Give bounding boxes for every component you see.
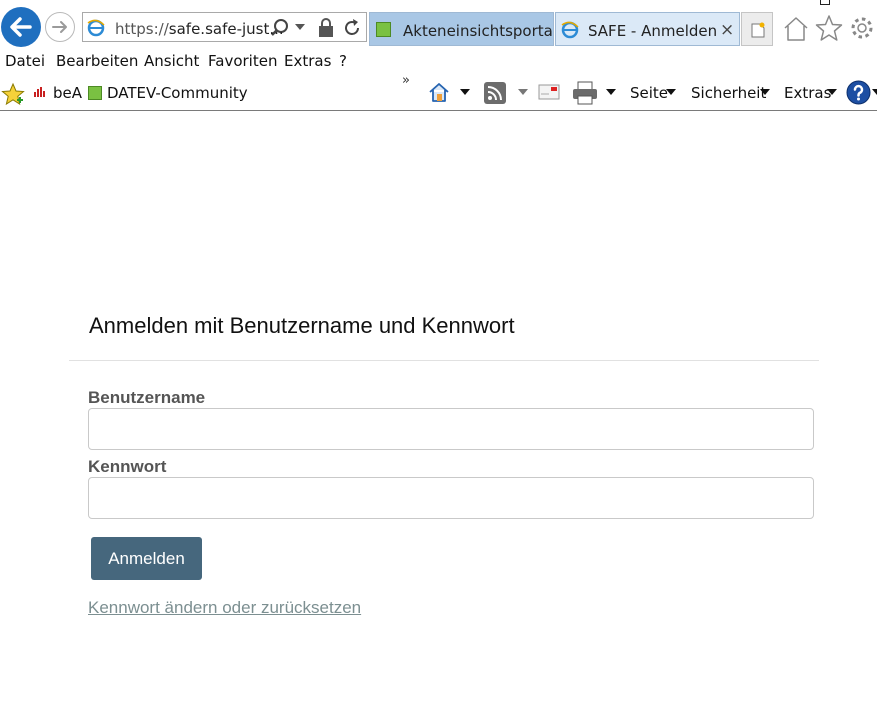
favorites-bar: beA DATEV-Community » Seite Sicherheit E… — [0, 73, 877, 106]
ie-favicon-icon — [561, 21, 579, 39]
datev-favicon-icon — [376, 22, 391, 37]
new-tab-button[interactable] — [741, 12, 773, 46]
url-text[interactable]: https://safe.safe-just... — [115, 20, 284, 38]
tab-label: Akteneinsichtsportal ... — [403, 22, 554, 40]
menu-favoriten[interactable]: Favoriten — [208, 52, 277, 70]
home-dropdown-icon[interactable] — [460, 89, 470, 96]
back-button[interactable] — [1, 7, 41, 47]
close-tab-icon[interactable]: × — [720, 20, 734, 40]
new-tab-icon — [751, 22, 765, 38]
back-arrow-icon — [10, 17, 32, 37]
home-page-icon[interactable] — [428, 81, 450, 103]
forward-button[interactable] — [45, 12, 75, 42]
rss-dropdown-icon[interactable] — [518, 89, 528, 96]
login-button[interactable]: Anmelden — [91, 537, 202, 580]
menu-extras[interactable]: Extras — [284, 52, 331, 70]
tab-label: SAFE - Anmelden — [588, 22, 718, 40]
password-field[interactable] — [88, 477, 814, 519]
print-icon[interactable] — [572, 81, 598, 105]
help-dropdown-icon[interactable] — [872, 89, 877, 96]
menu-help[interactable]: ? — [339, 52, 347, 70]
menu-bar: Datei Bearbeiten Ansicht Favoriten Extra… — [0, 50, 877, 72]
tools-dropdown-icon[interactable] — [827, 89, 837, 96]
datev-favicon-icon — [88, 86, 102, 100]
page-title: Anmelden mit Benutzername und Kennwort — [89, 313, 515, 338]
password-label: Kennwort — [88, 457, 167, 476]
window-edge — [820, 0, 830, 5]
print-dropdown-icon[interactable] — [606, 89, 616, 96]
menu-bearbeiten[interactable]: Bearbeiten — [56, 52, 138, 70]
lock-icon[interactable] — [317, 18, 335, 38]
page-menu[interactable]: Seite — [630, 84, 668, 102]
browser-chrome: https://safe.safe-just... Akteneinsichts… — [0, 0, 877, 111]
ie-page-icon — [87, 19, 105, 37]
tools-menu[interactable]: Extras — [784, 84, 831, 102]
tab-safe-anmelden[interactable]: SAFE - Anmelden × — [555, 12, 740, 46]
reset-password-link[interactable]: Kennwort ändern oder zurücksetzen — [88, 598, 361, 618]
menu-datei[interactable]: Datei — [5, 52, 45, 70]
security-dropdown-icon[interactable] — [760, 89, 770, 96]
favorites-star-icon[interactable] — [815, 14, 843, 42]
overflow-chevron-icon[interactable]: » — [402, 73, 410, 88]
help-icon[interactable] — [846, 80, 871, 105]
favorite-bea[interactable]: beA — [53, 84, 82, 102]
gear-icon[interactable] — [848, 14, 876, 42]
chrome-divider — [0, 110, 877, 111]
refresh-icon[interactable] — [342, 18, 362, 38]
dropdown-arrow-icon[interactable] — [295, 24, 305, 32]
home-icon[interactable] — [782, 15, 810, 43]
favorite-datev-community[interactable]: DATEV-Community — [107, 84, 248, 102]
tab-akteneinsichtsportal[interactable]: Akteneinsichtsportal ... — [369, 12, 554, 46]
username-label: Benutzername — [88, 388, 206, 407]
security-menu[interactable]: Sicherheit — [691, 84, 766, 102]
forward-arrow-icon — [52, 21, 67, 33]
add-favorite-star-icon[interactable] — [1, 82, 25, 106]
read-mail-icon[interactable] — [538, 84, 560, 100]
username-field[interactable] — [88, 408, 814, 450]
page-dropdown-icon[interactable] — [666, 89, 676, 96]
bea-logo-icon — [34, 87, 45, 97]
menu-ansicht[interactable]: Ansicht — [144, 52, 199, 70]
rss-feed-icon[interactable] — [484, 82, 506, 104]
heading-divider — [69, 360, 819, 361]
